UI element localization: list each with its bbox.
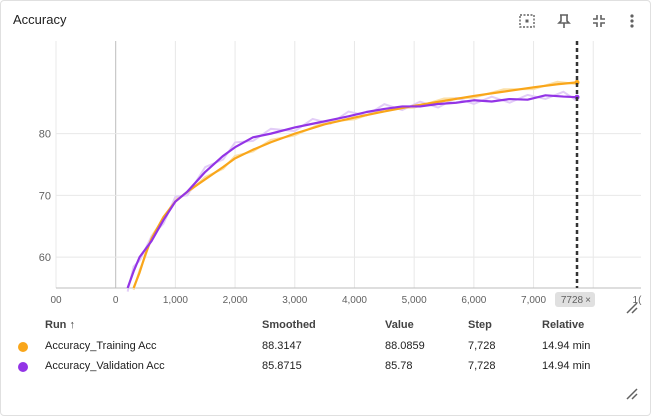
smoothed-value: 88.3147 [262, 340, 302, 352]
x-tick-label: 00 [50, 295, 62, 306]
close-icon: × [585, 295, 591, 306]
x-tick-label: 0 [113, 295, 119, 306]
cursor-step-label: 7728 [561, 295, 584, 306]
table-row[interactable]: Accuracy_Validation Acc 85.8715 85.78 7,… [1, 357, 651, 377]
raw-series-line [126, 90, 578, 292]
axis-ticks: 00 0 1,000 2,000 3,000 4,000 5,000 6,000 7,000 1(… [39, 129, 642, 306]
y-tick-label: 70 [39, 190, 51, 202]
chart-card: Accuracy 00 0 1,000 2,000 3,000 4,000 5,000 6,0… [0, 0, 651, 416]
y-tick-label: 60 [39, 252, 51, 264]
x-tick-label: 1,000 [163, 295, 188, 306]
resize-table-icon[interactable] [625, 387, 639, 401]
smoothed-column-header: Smoothed [262, 319, 316, 331]
relative-value: 14.94 min [542, 340, 591, 352]
step-value: 7,728 [468, 340, 496, 352]
run-column-header[interactable]: Run ↑ [45, 319, 75, 331]
series-line [126, 94, 578, 289]
relative-column-header: Relative [542, 319, 585, 331]
run-name: Accuracy_Training Acc [45, 340, 157, 352]
validation-series-dot [18, 362, 28, 372]
step-column-header: Step [468, 319, 492, 331]
step-value: 7,728 [468, 360, 496, 372]
relative-value: 14.94 min [542, 360, 591, 372]
x-tick-label: 2,000 [223, 295, 248, 306]
raw-value: 85.78 [385, 360, 413, 372]
x-tick-label: 5,000 [402, 295, 427, 306]
x-tick-label: 6,000 [461, 295, 486, 306]
y-tick-label: 80 [39, 129, 51, 141]
run-name: Accuracy_Validation Acc [45, 360, 165, 372]
smoothed-value: 85.8715 [262, 360, 302, 372]
accuracy-line-chart[interactable]: 00 0 1,000 2,000 3,000 4,000 5,000 6,000 7,000 1(… [1, 1, 651, 311]
training-series-dot [18, 342, 28, 352]
x-tick-label: 7,000 [521, 295, 546, 306]
value-column-header: Value [385, 319, 414, 331]
resize-chart-icon[interactable] [625, 301, 639, 315]
table-row[interactable]: Accuracy_Training Acc 88.3147 88.0859 7,… [1, 337, 651, 357]
x-tick-label: 4,000 [342, 295, 367, 306]
x-tick-label: 3,000 [282, 295, 307, 306]
raw-value: 88.0859 [385, 340, 425, 352]
